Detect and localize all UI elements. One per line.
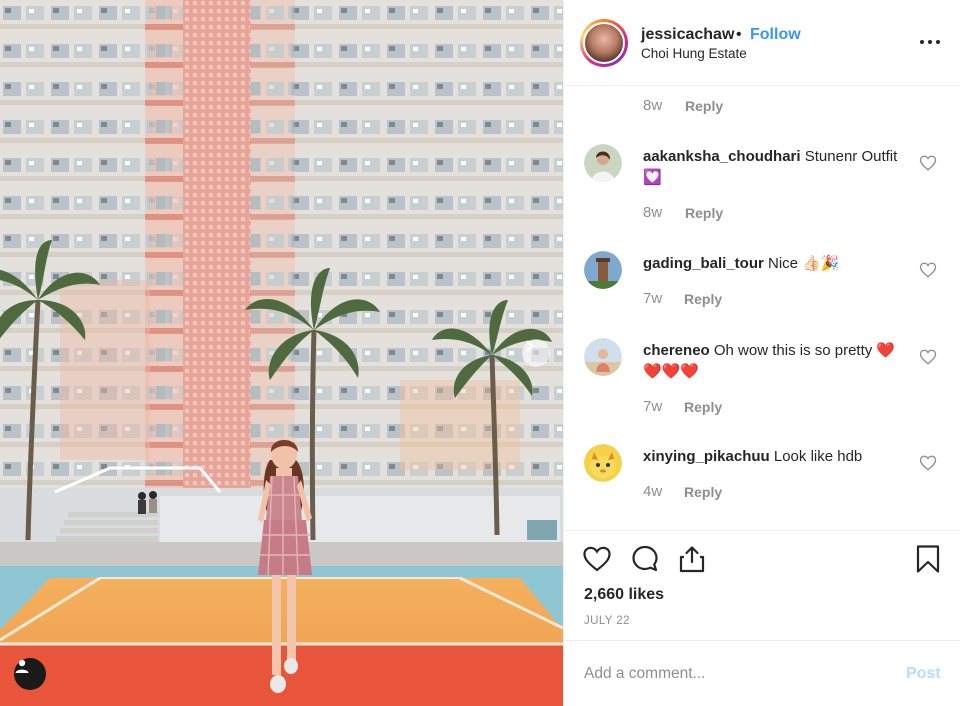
likes-count[interactable]: 2,660 likes [584, 586, 664, 604]
chevron-right-icon [526, 340, 534, 352]
comment-meta: 7w Reply [643, 398, 722, 415]
commenter-username[interactable]: chereneo [643, 342, 710, 359]
comment-text: aakanksha_choudhari Stunenr Outfit💟 [643, 146, 913, 188]
comment-time: 8w [643, 97, 663, 114]
comment-time: 4w [643, 483, 663, 500]
comment-meta: 8w Reply [643, 97, 723, 114]
more-options-button[interactable] [916, 30, 944, 54]
comment-body: Look like hdb [773, 448, 863, 465]
heart-icon[interactable] [919, 154, 937, 172]
comment-time: 7w [643, 398, 663, 415]
heart-icon[interactable] [919, 454, 937, 472]
comment-time: 7w [643, 290, 663, 307]
commenter-username[interactable]: aakanksha_choudhari [643, 148, 801, 165]
user-icon [15, 659, 29, 673]
add-comment-bar: Post [564, 640, 960, 706]
reply-button[interactable]: Reply [685, 205, 723, 221]
comment-icon[interactable] [630, 544, 660, 574]
post-photo[interactable] [0, 0, 563, 706]
comment-text: chereneo Oh wow this is so pretty ❤️❤️❤️… [643, 340, 913, 382]
commenter-avatar[interactable] [584, 338, 622, 376]
post-header: jessicachaw • Follow Choi Hung Estate [564, 0, 960, 86]
follow-button[interactable]: Follow [750, 26, 801, 44]
author-username[interactable]: jessicachaw [641, 26, 734, 44]
heart-icon[interactable] [582, 544, 612, 574]
heart-icon[interactable] [919, 348, 937, 366]
post-date: JULY 22 [584, 615, 630, 627]
user-tag-button[interactable] [14, 658, 46, 690]
comment-time: 8w [643, 204, 663, 221]
author-avatar[interactable] [580, 19, 628, 67]
more-options-icon [920, 40, 924, 44]
post-side-panel: jessicachaw • Follow Choi Hung Estate 8w… [563, 0, 960, 706]
reply-button[interactable]: Reply [684, 291, 722, 307]
reply-button[interactable]: Reply [685, 98, 723, 114]
comment-text: xinying_pikachuu Look like hdb [643, 446, 913, 467]
bookmark-icon[interactable] [913, 544, 943, 574]
comment-body: Nice 👍🏻🎉 [768, 255, 840, 272]
comment-text: gading_bali_tour Nice 👍🏻🎉 [643, 253, 913, 274]
share-icon[interactable] [677, 544, 707, 574]
commenter-avatar[interactable] [584, 144, 622, 182]
commenter-avatar[interactable] [584, 251, 622, 289]
commenter-username[interactable]: xinying_pikachuu [643, 448, 770, 465]
post-actions: 2,660 likes JULY 22 [564, 530, 960, 640]
reply-button[interactable]: Reply [684, 399, 722, 415]
heart-icon[interactable] [919, 261, 937, 279]
comment-meta: 4w Reply [643, 483, 722, 500]
next-photo-button[interactable] [522, 339, 550, 367]
post-location[interactable]: Choi Hung Estate [641, 46, 747, 61]
comment-meta: 8w Reply [643, 204, 723, 221]
header-separator: • [736, 26, 742, 43]
commenter-username[interactable]: gading_bali_tour [643, 255, 764, 272]
comment-input[interactable] [584, 661, 884, 687]
comments-list[interactable]: 8w Reply aakanksha_choudhari Stunenr Out… [564, 86, 960, 530]
comment-meta: 7w Reply [643, 290, 722, 307]
post-comment-button[interactable]: Post [906, 665, 941, 683]
photo-illustration [0, 0, 563, 706]
commenter-avatar[interactable] [584, 444, 622, 482]
reply-button[interactable]: Reply [684, 484, 722, 500]
